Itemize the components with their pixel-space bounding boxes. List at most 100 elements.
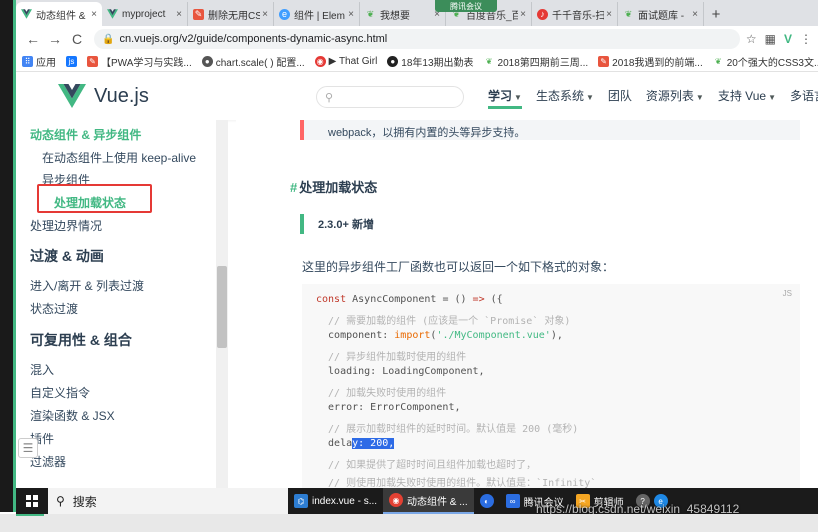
- sidebar-item-keep-alive[interactable]: 在动态组件上使用 keep-alive: [42, 149, 196, 166]
- sidebar-toggle-icon[interactable]: ☰: [18, 438, 38, 458]
- close-icon[interactable]: ×: [176, 9, 182, 20]
- bookmark-pwa[interactable]: ✎ 【PWA学习与实践...: [87, 54, 192, 69]
- tip-box: webpack，以拥有内置的头等异步支持。: [300, 120, 800, 140]
- bookmark-that-girl[interactable]: ◉ ▶ That Girl: [314, 56, 377, 67]
- nav-resources[interactable]: 资源列表 ▼: [646, 87, 704, 109]
- tab-want[interactable]: ❦ 我想要 ×: [360, 2, 446, 26]
- code-line: component: import('./MyComponent.vue'),: [316, 330, 563, 341]
- search-icon: ⚲: [56, 494, 65, 508]
- nav-team[interactable]: 团队: [608, 87, 632, 109]
- chrome-icon: ◉: [389, 493, 404, 507]
- vue-devtools-icon[interactable]: V: [784, 32, 792, 46]
- taskbar-app-vscode[interactable]: ⌬ index.vue - s...: [288, 488, 383, 514]
- leaf-icon: ❦: [714, 57, 722, 66]
- search-input[interactable]: ⚲: [316, 86, 464, 108]
- close-icon[interactable]: ×: [520, 9, 526, 20]
- lock-icon: 🔒: [102, 33, 115, 45]
- bookmark-chart[interactable]: ● chart.scale( ) 配置...: [201, 54, 305, 69]
- code-language-label: JS: [782, 289, 792, 298]
- bottom-strip: [0, 514, 818, 532]
- sidebar-item-state-transitions[interactable]: 状态过渡: [30, 300, 78, 317]
- code-line: // 展示加载时组件的延时时间。默认值是 200 (毫秒): [316, 424, 579, 435]
- address-bar: ← → C 🔒 cn.vuejs.org/v2/guide/components…: [16, 26, 818, 52]
- doc-icon: ✎: [598, 56, 610, 67]
- tab-myproject[interactable]: myproject ×: [102, 2, 188, 26]
- code-line: // 异步组件加载时使用的组件: [316, 352, 467, 363]
- url-field[interactable]: 🔒 cn.vuejs.org/v2/guide/components-dynam…: [94, 29, 740, 49]
- bookmark-apps[interactable]: ⠿ 应用: [22, 54, 56, 69]
- site-header: Vue.js ⚲ 学习▼ 生态系统▼ 团队 资源列表▼ 支持 Vue▼ 多语言: [16, 72, 818, 120]
- menu-icon[interactable]: ⋮: [800, 32, 812, 46]
- bookmark-css3[interactable]: ❦ 20个强大的CSS3文...: [713, 54, 818, 69]
- code-line: error: ErrorComponent,: [316, 402, 461, 413]
- new-tab-button[interactable]: +: [704, 2, 728, 26]
- doc-icon: ✎: [193, 8, 204, 20]
- anchor-link[interactable]: #: [290, 180, 297, 195]
- bookmark-attendance[interactable]: ● 18年13期出勤表: [387, 54, 474, 69]
- start-button[interactable]: [16, 488, 48, 514]
- sidebar-item-custom-directives[interactable]: 自定义指令: [30, 384, 90, 401]
- nav-ecosystem[interactable]: 生态系统 ▼: [536, 87, 594, 109]
- section-heading: # 处理加载状态: [290, 180, 378, 195]
- bookmark-2018-frontend[interactable]: ✎ 2018我遇到的前端...: [598, 54, 703, 69]
- bookmark-js[interactable]: js: [66, 56, 77, 67]
- taskbar-search[interactable]: ⚲ 搜索: [48, 488, 288, 514]
- code-line: const AsyncComponent = () => ({: [316, 294, 503, 305]
- tab-interview[interactable]: ❦ 面试题库 - ×: [618, 2, 704, 26]
- top-nav: 学习▼ 生态系统▼ 团队 资源列表▼ 支持 Vue▼ 多语言: [488, 87, 818, 109]
- code-line: // 需要加载的组件 (应该是一个 `Promise` 对象): [316, 316, 571, 327]
- tencent-meeting-icon: ∞: [505, 494, 520, 508]
- sidebar-scroll-thumb[interactable]: [217, 266, 227, 348]
- sidebar-item-dynamic-async[interactable]: 动态组件 & 异步组件: [30, 126, 141, 143]
- doc-icon: ✎: [87, 56, 98, 67]
- close-icon[interactable]: ×: [348, 9, 354, 20]
- nav-learn[interactable]: 学习 ▼: [488, 87, 522, 109]
- caret-down-icon: ▼: [768, 93, 776, 102]
- back-button[interactable]: ←: [22, 31, 44, 47]
- tab-qianqian-music[interactable]: ♪ 千千音乐-扫 ×: [532, 2, 618, 26]
- meeting-icon: ◐: [479, 494, 494, 508]
- sidebar-item-enter-leave[interactable]: 进入/离开 & 列表过渡: [30, 277, 144, 294]
- close-icon[interactable]: ×: [262, 9, 268, 20]
- version-badge: 2.3.0+ 新增: [300, 214, 374, 234]
- js-icon: js: [66, 56, 77, 67]
- reload-button[interactable]: C: [66, 31, 88, 47]
- paragraph: 这里的异步组件工厂函数也可以返回一个如下格式的对象：: [302, 260, 615, 274]
- element-icon: e: [279, 8, 290, 20]
- meeting-indicator[interactable]: 腾讯会议: [435, 0, 497, 12]
- caret-down-icon: ▼: [585, 93, 594, 102]
- site-logo[interactable]: Vue.js: [58, 84, 149, 108]
- star-icon[interactable]: ☆: [746, 32, 757, 46]
- nav-support[interactable]: 支持 Vue ▼: [718, 87, 776, 109]
- qr-icon[interactable]: ▦: [765, 32, 776, 46]
- close-icon[interactable]: ×: [91, 9, 97, 20]
- bookmarks-bar: ⠿ 应用 js ✎ 【PWA学习与实践... ● chart.scale( ) 配置.…: [16, 52, 818, 72]
- sidebar-section-reusability: 可复用性 & 组合: [30, 332, 132, 348]
- code-line: // 加载失败时使用的组件: [316, 388, 447, 399]
- browser-tab-strip: 动态组件 & × myproject × ✎ 删除无用CS × e 组件 | E…: [16, 0, 818, 26]
- globe-icon: ●: [201, 56, 213, 67]
- tab-element[interactable]: e 组件 | Elem ×: [274, 2, 360, 26]
- bookmark-2018-week[interactable]: ❦ 2018第四期前三周...: [484, 54, 588, 69]
- code-line: // 则使用加载失败时使用的组件。默认值是：`Infinity`: [316, 478, 597, 488]
- github-icon: ●: [387, 56, 399, 67]
- sidebar-item-edge-cases[interactable]: 处理边界情况: [30, 217, 102, 234]
- sidebar-item-render-jsx[interactable]: 渲染函数 & JSX: [30, 407, 115, 424]
- highlight-annotation: [37, 184, 152, 213]
- vue-logo-icon: [58, 84, 86, 108]
- forward-button[interactable]: →: [44, 31, 66, 47]
- close-icon[interactable]: ×: [606, 9, 612, 20]
- apps-icon: ⠿: [22, 56, 33, 67]
- code-line: loading: LoadingComponent,: [316, 366, 485, 377]
- code-block[interactable]: JS const AsyncComponent = () => ({ // 需要…: [302, 284, 800, 488]
- vue-icon: [21, 9, 32, 20]
- taskbar-app-chrome[interactable]: ◉ 动态组件 & ...: [383, 488, 474, 514]
- taskbar-app-meeting[interactable]: ◐: [474, 488, 500, 514]
- sidebar-item-mixins[interactable]: 混入: [30, 361, 54, 378]
- nav-language[interactable]: 多语言: [790, 87, 818, 109]
- sidebar: 动态组件 & 异步组件 在动态组件上使用 keep-alive 异步组件 处理加…: [16, 120, 228, 488]
- close-icon[interactable]: ×: [692, 9, 698, 20]
- code-line: // 如果提供了超时时间且组件加载也超时了，: [316, 460, 537, 471]
- tab-css[interactable]: ✎ 删除无用CS ×: [188, 2, 274, 26]
- tab-vue-dynamic[interactable]: 动态组件 & ×: [16, 2, 102, 26]
